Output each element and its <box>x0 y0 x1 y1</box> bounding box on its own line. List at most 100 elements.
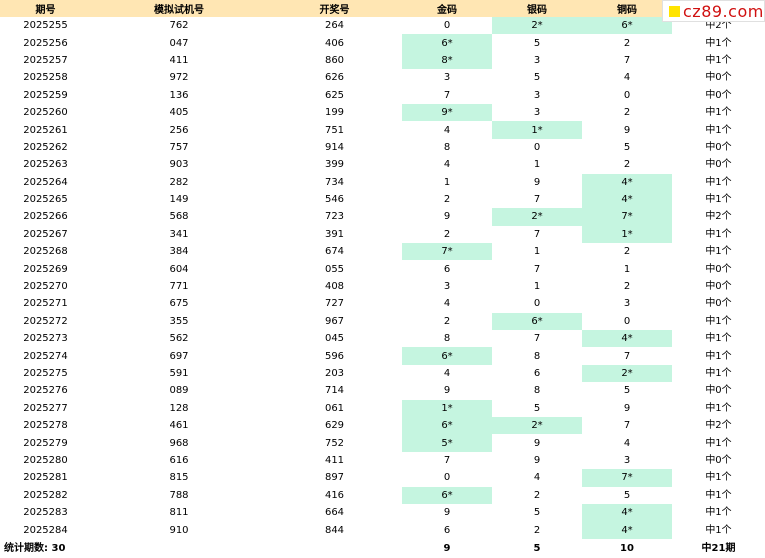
cell-result: 中0个 <box>705 72 732 84</box>
cell-result: 中1个 <box>705 350 732 362</box>
cell-gold: 6* <box>402 347 492 365</box>
cell-silver: 2* <box>492 208 582 226</box>
cell-sim-number: 697 <box>169 350 189 362</box>
table-row: 2025280 616 411 7 9 3 中0个 <box>0 452 765 469</box>
cell-sim-number: 811 <box>169 507 189 519</box>
cell-silver: 5 <box>533 507 541 519</box>
cell-gold: 7* <box>402 243 492 261</box>
cell-draw-number: 844 <box>324 524 345 536</box>
cell-period: 2025281 <box>23 472 68 484</box>
cell-draw-number: 199 <box>324 107 345 119</box>
cell-bronze: 4 <box>623 437 631 449</box>
cell-gold: 4 <box>443 368 451 379</box>
cell-period: 2025261 <box>23 124 68 136</box>
cell-gold: 1 <box>443 176 451 188</box>
cell-gold: 3 <box>443 72 451 84</box>
header-bronze: 铜码 <box>582 0 672 17</box>
cell-sim-number: 591 <box>169 368 189 379</box>
cell-gold: 4 <box>443 298 451 310</box>
cell-gold: 9 <box>443 211 451 223</box>
cell-period: 2025265 <box>23 194 68 206</box>
cell-silver: 1 <box>533 281 541 293</box>
cell-silver: 3 <box>533 107 541 119</box>
table-row: 2025268 384 674 7* 1 2 中1个 <box>0 243 765 261</box>
cell-bronze: 3 <box>623 298 631 310</box>
cell-period: 2025273 <box>23 333 68 345</box>
table-row: 2025277 128 061 1* 5 9 中1个 <box>0 399 765 417</box>
site-logo[interactable]: cz89.com <box>662 0 765 22</box>
cell-silver: 2 <box>533 524 541 536</box>
cell-period: 2025271 <box>23 298 68 310</box>
cell-gold: 2 <box>443 194 451 206</box>
table-row: 2025273 562 045 8 7 4* 中1个 <box>0 330 765 348</box>
cell-period: 2025268 <box>23 246 68 258</box>
cell-silver: 9 <box>533 176 541 188</box>
cell-sim-number: 384 <box>169 246 189 258</box>
cell-draw-number: 914 <box>324 141 345 153</box>
footer-gold-total: 9 <box>443 542 451 554</box>
table-row: 2025261 256 751 4 1* 9 中1个 <box>0 121 765 139</box>
cell-silver: 7 <box>533 333 541 345</box>
table-row: 2025284 910 844 6 2 4* 中1个 <box>0 521 765 539</box>
table-row: 2025255 762 264 0 2* 6* 中2个 <box>0 17 765 35</box>
cell-result: 中1个 <box>705 507 732 519</box>
table-row: 2025272 355 967 2 6* 0 中1个 <box>0 312 765 331</box>
cell-silver: 1 <box>533 159 541 171</box>
cell-period: 2025258 <box>23 72 68 84</box>
cell-sim-number: 256 <box>169 124 189 136</box>
cell-sim-number: 047 <box>169 37 189 49</box>
cell-bronze: 0 <box>623 315 631 327</box>
cell-bronze: 0 <box>623 89 631 101</box>
cell-draw-number: 626 <box>324 72 345 84</box>
cell-gold: 9* <box>402 103 492 122</box>
cell-bronze: 4* <box>582 521 672 539</box>
cell-period: 2025279 <box>23 437 68 449</box>
cell-period: 2025276 <box>23 385 68 397</box>
cell-period: 2025275 <box>23 368 68 379</box>
cell-sim-number: 568 <box>169 211 189 223</box>
cell-silver: 7 <box>533 194 541 206</box>
cell-sim-number: 355 <box>169 315 189 327</box>
footer-silver-total: 5 <box>533 542 541 554</box>
cell-sim-number: 788 <box>169 489 189 501</box>
table-row: 2025266 568 723 9 2* 7* 中2个 <box>0 208 765 226</box>
cell-bronze: 2 <box>623 159 631 171</box>
cell-result: 中0个 <box>705 385 732 397</box>
cell-silver: 3 <box>533 89 541 101</box>
cell-period: 2025284 <box>23 524 68 536</box>
cell-period: 2025280 <box>23 454 68 466</box>
cell-gold: 8 <box>443 141 451 153</box>
cell-sim-number: 282 <box>169 176 189 188</box>
cell-result: 中1个 <box>705 246 732 258</box>
cell-draw-number: 055 <box>324 263 345 275</box>
cell-draw-number: 596 <box>324 350 345 362</box>
cell-sim-number: 411 <box>169 54 189 66</box>
cell-sim-number: 341 <box>169 228 189 240</box>
cell-gold: 2 <box>443 315 451 327</box>
cell-bronze: 2 <box>623 281 631 293</box>
cell-draw-number: 897 <box>324 472 345 484</box>
cell-result: 中0个 <box>705 281 732 293</box>
cell-gold: 4 <box>443 159 451 171</box>
logo-text: cz89.com <box>683 1 764 21</box>
cell-result: 中0个 <box>705 454 732 466</box>
table-row: 2025282 788 416 6* 2 5 中1个 <box>0 486 765 504</box>
cell-bronze: 9 <box>623 124 631 136</box>
table-row: 2025263 903 399 4 1 2 中0个 <box>0 156 765 173</box>
table-row: 2025278 461 629 6* 2* 7 中2个 <box>0 416 765 435</box>
cell-silver: 6* <box>492 312 582 331</box>
cell-sim-number: 675 <box>169 298 189 310</box>
cell-period: 2025269 <box>23 263 68 275</box>
cell-silver: 2* <box>492 17 582 35</box>
cell-period: 2025263 <box>23 159 68 171</box>
cell-result: 中1个 <box>705 368 732 379</box>
cell-draw-number: 752 <box>324 437 345 449</box>
cell-gold: 9 <box>443 507 451 519</box>
cell-gold: 6* <box>402 416 492 435</box>
cell-silver: 5 <box>533 402 541 414</box>
cell-draw-number: 664 <box>324 507 345 519</box>
cell-silver: 5 <box>533 37 541 49</box>
cell-result: 中0个 <box>705 141 732 153</box>
footer-result-total: 中21期 <box>701 542 736 554</box>
cell-sim-number: 405 <box>169 107 189 119</box>
